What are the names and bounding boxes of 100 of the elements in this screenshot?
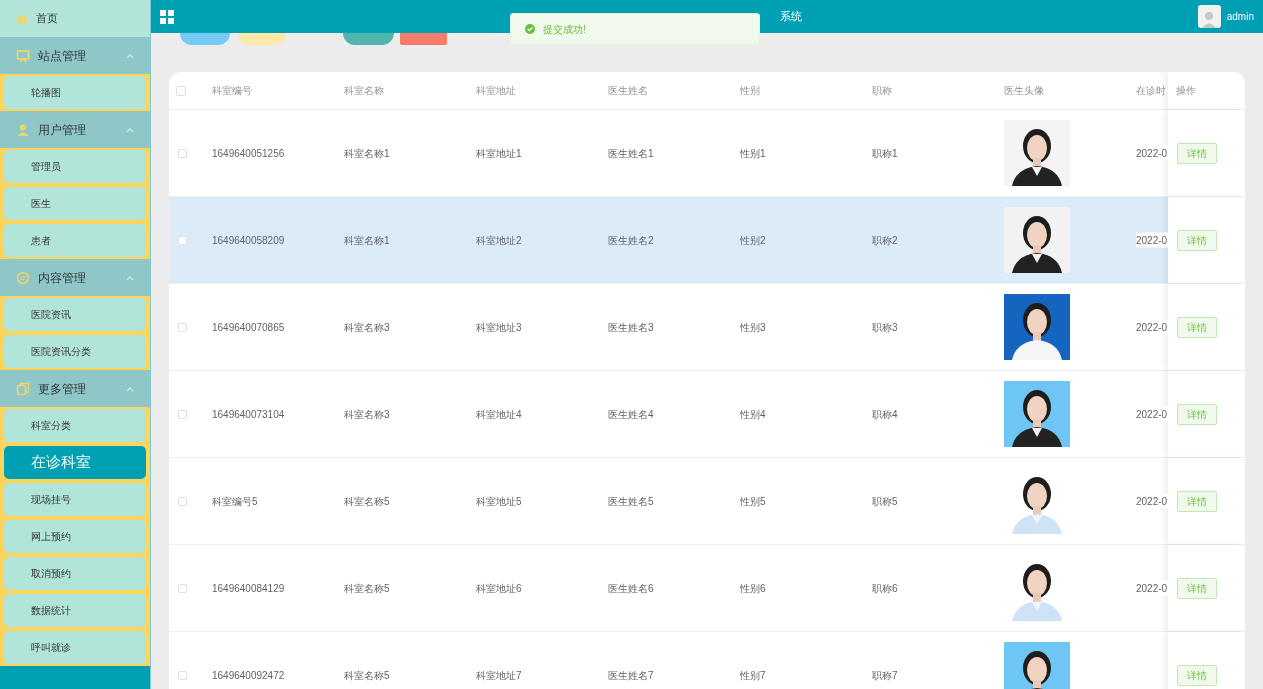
menu-group-label: 用户管理: [38, 121, 87, 139]
table-cell-text: 1649640051256: [212, 146, 286, 161]
table-cell-text: 科室名称5: [344, 494, 391, 509]
table-cell-text: 医生姓名7: [608, 668, 655, 683]
column-header: 科室地址: [476, 84, 517, 98]
grid-icon[interactable]: [160, 9, 174, 24]
table-cell-text: 职称1: [872, 146, 899, 161]
menu-group-label: 内容管理: [38, 269, 87, 287]
row-checkbox[interactable]: [178, 583, 187, 593]
table-cell-text: 性别4: [740, 407, 767, 422]
row-checkbox[interactable]: [178, 496, 187, 506]
column-header: 性别: [740, 84, 761, 98]
table-cell-text: 性别7: [740, 668, 767, 683]
row-checkbox[interactable]: [178, 322, 187, 332]
table-cell-text: 性别3: [740, 320, 767, 335]
toast-message: 提交成功!: [543, 22, 586, 37]
menu-item[interactable]: 医生: [4, 187, 146, 220]
column-header: 医生姓名: [608, 84, 649, 98]
table-cell-text: 科室名称5: [344, 581, 391, 596]
table-cell-text: 1649640070865: [212, 320, 286, 335]
select-all-checkbox[interactable]: [176, 85, 186, 96]
column-header: 医生头像: [1004, 84, 1045, 98]
row-checkbox[interactable]: [178, 235, 187, 245]
menu-group[interactable]: 用户管理: [0, 111, 150, 148]
menu-item[interactable]: 呼叫就诊: [4, 631, 146, 664]
menu-item[interactable]: 管理员: [4, 150, 146, 183]
table-row[interactable]: 1649640070865 科室名称3 科室地址3 医生姓名3 性别3 职称3 2022-0 详情: [169, 284, 1245, 371]
column-header: 在诊时: [1136, 84, 1167, 98]
menu-item[interactable]: 患者: [4, 224, 146, 257]
table-cell-text: 职称3: [872, 320, 899, 335]
menu-group[interactable]: 内容管理: [0, 259, 150, 296]
table-cell-text: 医生姓名4: [608, 407, 655, 422]
table-cell-text: 1649640058209: [212, 233, 286, 248]
column-header: 操作: [1168, 72, 1245, 109]
menu-item[interactable]: 取消预约: [4, 557, 146, 590]
table-cell-text: 科室地址4: [476, 407, 523, 422]
toolbar-button[interactable]: [238, 33, 286, 45]
table-row[interactable]: 1649640051256 科室名称1 科室地址1 医生姓名1 性别1 职称1 2022-0 详情: [169, 110, 1245, 197]
table-cell-text: 性别1: [740, 146, 767, 161]
table-cell-text: 科室地址3: [476, 320, 523, 335]
home-icon: [16, 12, 28, 25]
toolbar-button[interactable]: [400, 33, 447, 45]
table-cell-text: 职称5: [872, 494, 899, 509]
table-row[interactable]: 科室编号5 科室名称5 科室地址5 医生姓名5 性别5 职称5 2022-0 详情: [169, 458, 1245, 545]
check-icon: [525, 24, 535, 34]
menu-item[interactable]: 医院资讯: [4, 298, 146, 331]
table-row[interactable]: 1649640084129 科室名称5 科室地址6 医生姓名6 性别6 职称6 2022-0 详情: [169, 545, 1245, 632]
window-title: 系统: [780, 9, 802, 25]
monitor-icon: [16, 48, 30, 63]
menu-item[interactable]: 网上预约: [4, 520, 146, 553]
table-cell-text: 医生姓名1: [608, 146, 655, 161]
table-cell-text: 职称6: [872, 581, 899, 596]
menu-group[interactable]: 站点管理: [0, 37, 150, 74]
column-header: 科室编号: [212, 84, 253, 98]
table-cell-text: 科室名称3: [344, 320, 391, 335]
table-cell-text: 科室地址5: [476, 494, 523, 509]
copy-icon: [16, 381, 30, 396]
table-row[interactable]: 1649640058209 科室名称1 科室地址2 医生姓名2 性别2 职称2 2022-0 详情: [169, 197, 1245, 284]
menu-item[interactable]: 现场挂号: [4, 483, 146, 516]
menu-group-label: 更多管理: [38, 380, 87, 398]
menu-item[interactable]: 数据统计: [4, 594, 146, 627]
user-icon: [16, 122, 30, 137]
table-cell-text: 职称4: [872, 407, 899, 422]
table-cell-text: 医生姓名5: [608, 494, 655, 509]
row-checkbox[interactable]: [178, 670, 187, 680]
chat-icon: [16, 270, 30, 285]
home-label: 首页: [36, 11, 58, 27]
table-cell-text: 医生姓名2: [608, 233, 655, 248]
avatar[interactable]: [1197, 5, 1221, 28]
table-cell-text: 科室名称1: [344, 233, 391, 248]
column-header: 科室名称: [344, 84, 385, 98]
table-cell-text: 科室名称1: [344, 146, 391, 161]
toolbar-button[interactable]: [343, 33, 394, 45]
table-cell-text: 科室地址6: [476, 581, 523, 596]
table-cell-text: 科室地址7: [476, 668, 523, 683]
table-cell: 2022-0: [1136, 232, 1169, 248]
table-cell-text: 1649640092472: [212, 668, 286, 683]
table-cell-text: 科室名称3: [344, 407, 391, 422]
menu-item[interactable]: 医院资讯分类: [4, 335, 146, 368]
table-cell-text: 科室地址1: [476, 146, 523, 161]
menu-item[interactable]: 轮播图: [4, 76, 146, 109]
table-cell-text: 性别2: [740, 233, 767, 248]
table-cell-text: 科室名称5: [344, 668, 391, 683]
table-row[interactable]: 1649640073104 科室名称3 科室地址4 医生姓名4 性别4 职称4 2022-0 详情: [169, 371, 1245, 458]
table-cell-text: 性别5: [740, 494, 767, 509]
table-cell-text: 科室地址2: [476, 233, 523, 248]
table-cell-text: 医生姓名6: [608, 581, 655, 596]
table-cell-text: 性别6: [740, 581, 767, 596]
menu-item[interactable]: 科室分类: [4, 409, 146, 442]
menu-group-label: 站点管理: [38, 47, 87, 65]
table-cell-text: 医生姓名3: [608, 320, 655, 335]
table-cell-text: 1649640073104: [212, 407, 286, 422]
table-cell-text: 科室编号5: [212, 494, 259, 509]
row-checkbox[interactable]: [178, 148, 187, 158]
row-checkbox[interactable]: [178, 409, 187, 419]
menu-group[interactable]: 更多管理: [0, 370, 150, 407]
table-cell-text: 1649640084129: [212, 581, 286, 596]
toolbar-button[interactable]: [180, 33, 230, 45]
home-menu-item[interactable]: 首页: [0, 0, 150, 37]
table-cell-text: 职称2: [872, 233, 899, 248]
